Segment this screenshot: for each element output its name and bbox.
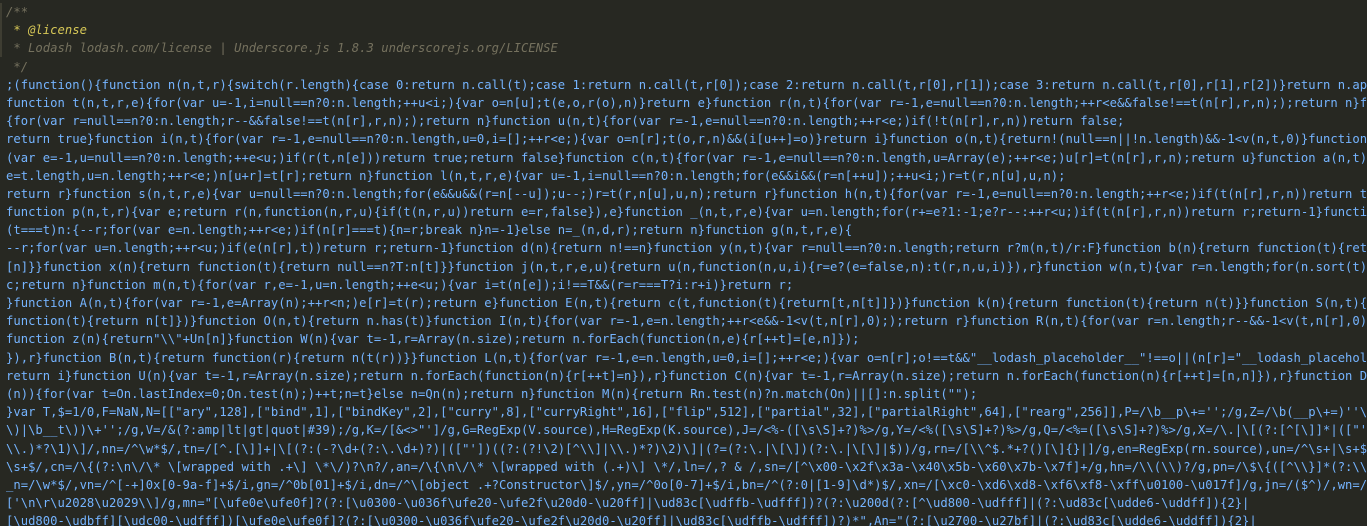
code-line: function p(n,t,r){var e;return r(n,funct… bbox=[6, 205, 1367, 220]
code-line: function(t){return n[t]})}function O(n,t… bbox=[6, 314, 1367, 329]
code-line: return true}function i(n,t){for(var r=-1… bbox=[6, 132, 1367, 147]
code-line: (t===t)n:{--r;for(var e=n.length;++r<e;)… bbox=[6, 223, 853, 238]
code-area[interactable]: /** * @license * Lodash lodash.com/licen… bbox=[6, 3, 1367, 526]
code-line: {for(var r=null==n?0:n.length;r--&&false… bbox=[6, 114, 1125, 129]
code-line: (n)){for(var t=On.lastIndex=0;On.test(n)… bbox=[6, 386, 978, 401]
code-line: \s+$/,cn=/\{(?:\n\/\* \[wrapped with .+\… bbox=[6, 459, 1367, 474]
code-line: [\ud800-\udbff][\udc00-\udfff])[\ufe0e\u… bbox=[6, 514, 1257, 526]
code-line: }function A(n,t){for(var r=-1,e=Array(n)… bbox=[6, 296, 1367, 310]
code-line: }var T,$=1/0,F=NaN,N=[["ary",128],["bind… bbox=[6, 405, 1367, 420]
code-line: [n]}}function x(n){return function(t){re… bbox=[6, 259, 1367, 274]
comment-line: /** bbox=[6, 5, 29, 19]
minified-code-block: ;(function(){function n(n,t,r){switch(r.… bbox=[6, 76, 1367, 526]
code-line: \)|\b__t\))\+'';/g,V=/&(?:amp|lt|gt|quot… bbox=[6, 423, 1367, 438]
code-line: ;(function(){function n(n,t,r){switch(r.… bbox=[6, 77, 1367, 92]
code-line: _n=/\w*$/,vn=/^[-+]0x[0-9a-f]+$/i,gn=/^0… bbox=[6, 477, 1367, 492]
code-editor[interactable]: /** * @license * Lodash lodash.com/licen… bbox=[0, 0, 1367, 526]
code-line: --r;for(var u=n.length;++r<u;)if(e(n[r],… bbox=[6, 241, 1367, 256]
license-tag-line: * @license bbox=[6, 21, 1367, 39]
code-line: function z(n){return"\\"+Un[n]}function … bbox=[6, 332, 860, 347]
code-line: c;return n}function m(n,t){for(var r,e=-… bbox=[6, 277, 794, 292]
code-line: return i}function U(n){var t=-1,r=Array(… bbox=[6, 368, 1367, 383]
code-line: e=t.length,u=n.length;++r<e;)n[u+r]=t[r]… bbox=[6, 168, 1066, 183]
comment-line: */ bbox=[6, 59, 29, 74]
code-line: }),r}function B(n,t){return function(r){… bbox=[6, 350, 1367, 365]
code-line: \\.)*?\1)\]/,nn=/^\w*$/,tn=/[^.[\]]+|\[(… bbox=[6, 441, 1367, 456]
code-line: function t(n,t,r,e){for(var u=-1,i=null=… bbox=[6, 95, 1367, 110]
code-line: return r}function s(n,t,r,e){var u=null=… bbox=[6, 186, 1367, 201]
license-tag: * @license bbox=[6, 23, 87, 38]
code-line: (var e=-1,u=null==n?0:n.length;++e<u;)if… bbox=[6, 150, 1367, 165]
license-text-line: * Lodash lodash.com/license | Underscore… bbox=[6, 41, 558, 56]
fold-gutter-marker bbox=[0, 3, 2, 57]
code-line: ['\n\r\u2028\u2029\\]/g,mn="[\ufe0e\ufe0… bbox=[6, 496, 1250, 511]
